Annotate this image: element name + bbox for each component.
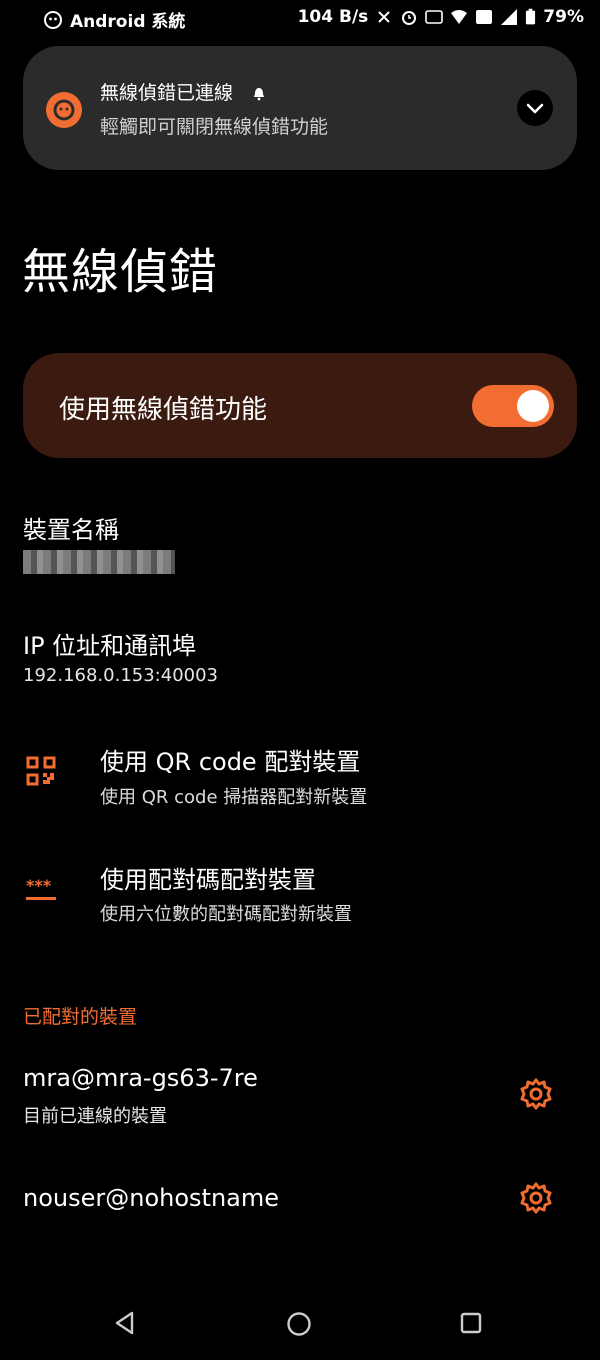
alarm-icon (402, 11, 417, 25)
android-system-icon (44, 10, 62, 29)
status-bar: Android 系統 104 B/s 79% (0, 0, 600, 36)
expand-notification-button[interactable] (517, 90, 553, 126)
net-speed: 104 B/s (297, 7, 369, 27)
debug-notification[interactable]: 無線偵錯已連線 輕觸即可關閉無線偵錯功能 (23, 46, 577, 170)
battery-percent: 79% (543, 7, 584, 27)
notification-subtitle: 輕觸即可關閉無線偵錯功能 (100, 116, 329, 138)
pair-qr-subtitle-wrap: 使用 QR code 掃描器配對新裝置 (100, 783, 367, 809)
pair-code-title: 使用配對碼配對裝置 (100, 866, 316, 894)
pair-code-subtitle: 使用六位數的配對碼配對新裝置 (100, 904, 352, 925)
wireless-debug-toggle-label: 使用無線偵錯功能 (59, 395, 268, 425)
ip-port-label: IP 位址和通訊埠 (23, 632, 197, 660)
qr-code-icon (26, 756, 56, 786)
chevron-down-icon (526, 103, 544, 114)
recents-icon[interactable] (459, 1311, 483, 1335)
paired-devices-header: 已配對的裝置 (23, 1006, 138, 1028)
hd-icon (425, 10, 444, 24)
notification-title: 無線偵錯已連線 (100, 82, 234, 104)
pair-qr-option[interactable]: 使用 QR code 配對裝置 (100, 742, 360, 777)
android-debug-icon (46, 92, 82, 128)
back-icon[interactable] (112, 1310, 138, 1336)
wireless-debug-toggle-row[interactable]: 使用無線偵錯功能 (23, 353, 577, 458)
gear-icon[interactable] (519, 1077, 553, 1111)
wireless-debug-switch[interactable] (472, 385, 554, 427)
device-name-label: 裝置名稱 (23, 516, 119, 544)
paired-device-2-name[interactable]: nouser@nohostname (23, 1184, 279, 1212)
status-app-label: Android 系統 (70, 12, 186, 32)
pair-code-subtitle-wrap: 使用六位數的配對碼配對新裝置 (100, 900, 352, 926)
device-name-value-redacted (23, 550, 175, 574)
paired-device-1-status: 目前已連線的裝置 (23, 1106, 167, 1127)
rotate-icon (378, 11, 391, 23)
volte-icon (476, 10, 493, 24)
gear-icon[interactable] (519, 1181, 553, 1215)
page-title: 無線偵錯 (22, 244, 219, 300)
signal-icon (501, 9, 518, 25)
bell-icon (254, 88, 264, 101)
navigation-bar (0, 1290, 600, 1360)
pair-qr-title: 使用 QR code 配對裝置 (100, 748, 361, 776)
pair-code-option[interactable]: 使用配對碼配對裝置 (100, 860, 316, 895)
wifi-icon (451, 10, 468, 24)
home-icon[interactable] (285, 1310, 313, 1338)
paired-device-1-name[interactable]: mra@mra-gs63-7re (23, 1064, 258, 1092)
switch-knob (517, 390, 549, 422)
pair-qr-subtitle: 使用 QR code 掃描器配對新裝置 (100, 787, 368, 808)
ip-port-value: 192.168.0.153:40003 (23, 665, 219, 686)
pairing-code-icon: *** (26, 876, 56, 900)
battery-icon (526, 8, 536, 25)
svg-text:***: *** (26, 876, 52, 895)
